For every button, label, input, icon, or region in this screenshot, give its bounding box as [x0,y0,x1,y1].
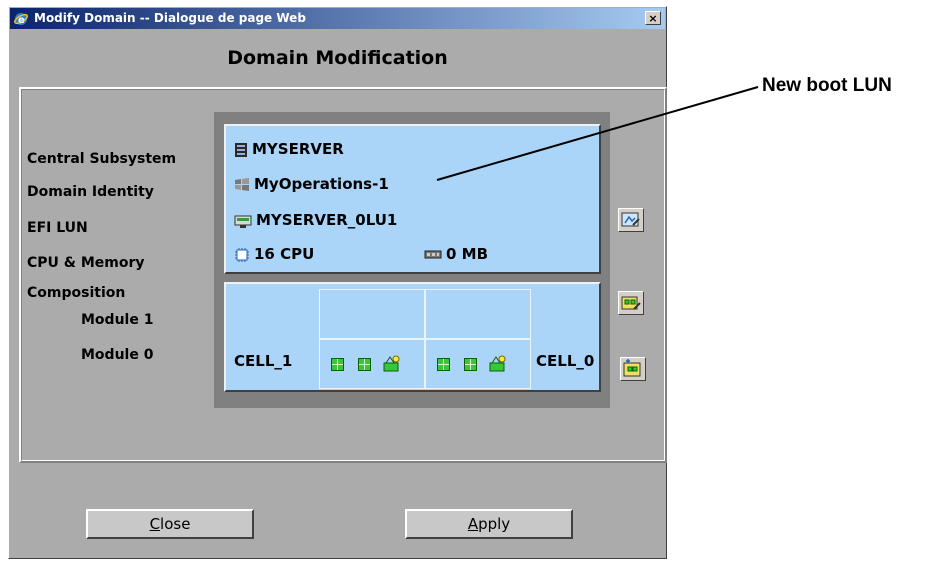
annotation-arrow-line [436,86,759,181]
new-boot-lun-annotation: New boot LUN [762,75,892,96]
